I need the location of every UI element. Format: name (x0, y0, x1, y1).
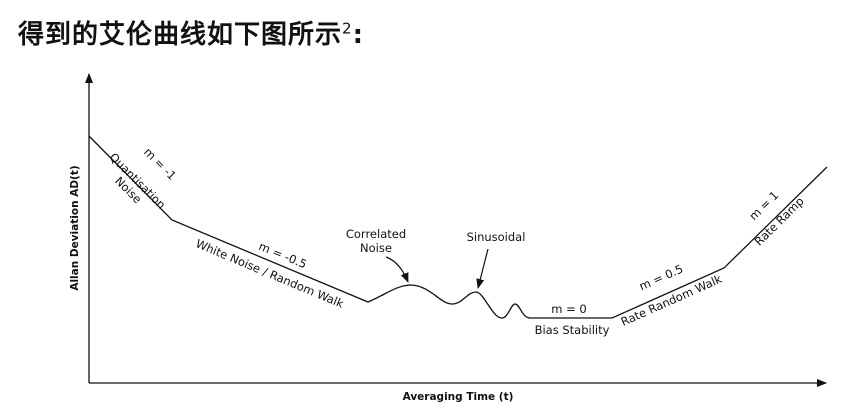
quantisation-slope: m = -1 (141, 145, 179, 183)
sinusoidal-arrow (476, 248, 489, 289)
correlated-noise-label-1: Correlated (346, 227, 406, 241)
y-axis-label: Allan Deviation AD(t) (69, 165, 81, 290)
allan-deviation-curve (88, 135, 828, 319)
sinusoidal-label: Sinusoidal (467, 230, 526, 244)
correlated-noise-arrow (385, 256, 409, 283)
bias-stability-slope: m = 0 (551, 302, 586, 316)
x-axis-label: Averaging Time (t) (403, 391, 514, 403)
bias-stability-label: Bias Stability (535, 323, 610, 337)
correlated-noise-label-2: Noise (360, 241, 392, 255)
allan-deviation-diagram: Allan Deviation AD(t) Averaging Time (t)… (69, 73, 828, 403)
